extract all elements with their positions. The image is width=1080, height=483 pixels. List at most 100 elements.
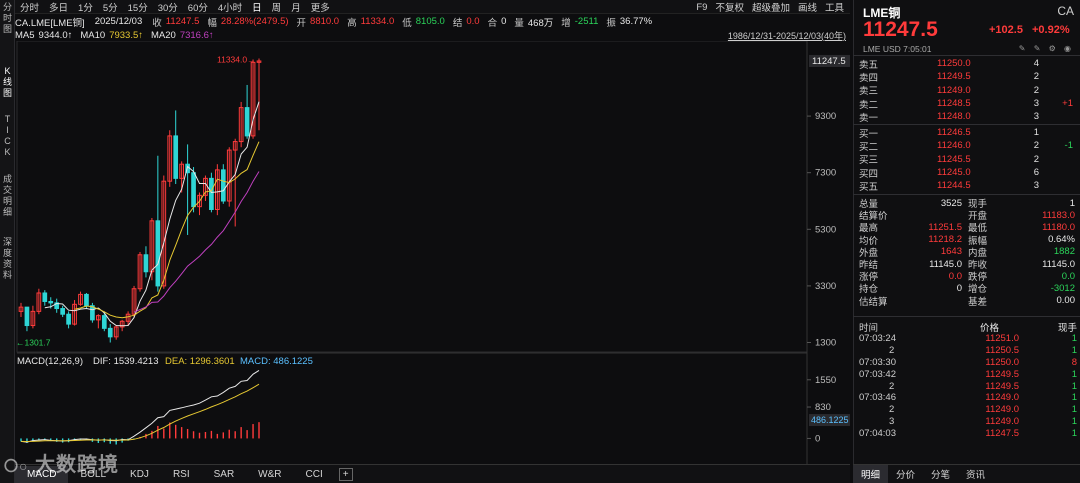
toolbar-item-0[interactable]: F9 — [696, 2, 707, 13]
low-label: 低 — [402, 17, 412, 29]
tab-depth[interactable]: 深度资料 — [0, 237, 15, 281]
candle-body — [66, 313, 71, 325]
y-tick-label: 7300 — [815, 168, 836, 179]
period-4[interactable]: 15分 — [128, 0, 148, 14]
tick-row: 07:03:46 11249.0 1 — [859, 392, 1077, 404]
book-price: 11244.5 — [937, 180, 971, 192]
add-indicator-button[interactable]: + — [338, 467, 353, 481]
last-price: 11247.5 — [863, 18, 938, 41]
tick-price: 11250.0 — [985, 356, 1019, 368]
tick-time: 07:03:46 — [859, 392, 896, 404]
tick-qty: 1 — [1071, 333, 1077, 345]
period-6[interactable]: 60分 — [188, 0, 208, 14]
ma-legend: MA5 9344.0↑ MA10 7933.5↑ MA20 7316.6↑ — [15, 29, 850, 41]
tick-header-price: 价格 — [979, 322, 999, 334]
indicator-tab-sar[interactable]: SAR — [202, 469, 247, 480]
tick-row: 2 11249.0 1 — [859, 404, 1077, 416]
book-price: 11248.0 — [937, 111, 971, 123]
tab-char: C — [4, 136, 11, 146]
macd-current-label: 486.1225 — [811, 415, 849, 425]
stat-value: 0.0 — [1061, 270, 1075, 282]
book-qty: 3 — [1033, 98, 1039, 110]
book-price: 11245.5 — [937, 153, 971, 165]
book-row: 买五 11244.5 3 — [859, 179, 1077, 193]
panel-tab-2[interactable]: 分笔 — [923, 465, 958, 483]
period-9[interactable]: 周 — [272, 0, 282, 14]
candle-body — [90, 305, 95, 321]
panel-tab-3[interactable]: 资讯 — [958, 465, 993, 483]
tick-price: 11249.0 — [985, 392, 1019, 404]
toolbar-item-1[interactable]: 不复权 — [715, 0, 744, 14]
ma5-label: MA5 — [15, 29, 35, 41]
book-row: 买二 11246.0 2 -1 — [859, 139, 1077, 153]
period-5[interactable]: 30分 — [158, 0, 178, 14]
indicator-tab-cci[interactable]: CCI — [294, 469, 335, 480]
tab-timeshare[interactable]: 分时图 — [0, 2, 15, 35]
book-label: 卖四 — [859, 72, 879, 84]
book-row: 卖二 11248.5 3 +1 — [859, 97, 1077, 111]
tick-price: 11249.0 — [985, 404, 1019, 416]
book-label: 买二 — [859, 141, 879, 153]
book-price: 11250.0 — [937, 58, 971, 70]
book-qty: 4 — [1033, 58, 1039, 70]
vol-value: 468万 — [527, 17, 554, 29]
range-label: 幅 — [207, 17, 217, 29]
period-1[interactable]: 多日 — [49, 0, 68, 14]
book-delta: -1 — [1064, 140, 1073, 152]
period-7[interactable]: 4小时 — [218, 0, 242, 14]
tick-row: 2 11250.5 1 — [859, 345, 1077, 357]
book-row: 买一 11246.5 1 — [859, 126, 1077, 140]
tab-char: 线 — [2, 77, 12, 87]
panel-tool-icons[interactable]: ✎ ✎ ⚙ ◉ — [1019, 44, 1074, 53]
book-price: 11246.5 — [937, 127, 971, 139]
tab-tick[interactable]: TICK — [0, 114, 15, 158]
divider — [853, 194, 1080, 195]
toolbar-item-3[interactable]: 画线 — [798, 0, 817, 14]
candle-body — [84, 293, 89, 307]
book-label: 卖五 — [859, 59, 879, 71]
symbol-label: CA.LME[LME铜] — [15, 17, 85, 29]
book-label: 卖二 — [859, 99, 879, 111]
book-label: 买三 — [859, 155, 879, 167]
stat-value: 11251.5 — [928, 221, 962, 233]
tab-char: 时 — [2, 13, 12, 23]
kline-chart[interactable]: 9300 7300 5300 3300 1300 11247.5 11334.0→ ←1301… — [15, 41, 850, 464]
ma20-value: 7316.6↑ — [179, 29, 214, 41]
panel-tab-0[interactable]: 明细 — [853, 465, 889, 483]
indicator-tab-wr[interactable]: W&R — [246, 469, 293, 480]
tick-qty: 1 — [1071, 380, 1077, 392]
toolbar-item-4[interactable]: 工具 — [825, 0, 844, 14]
bid-book: 买一 11246.5 1 买二 11246.0 2 -1 买三 11245.5 2 买四 11245.… — [859, 126, 1077, 193]
toolbar-item-2[interactable]: 超级叠加 — [752, 0, 790, 14]
period-0[interactable]: 分时 — [20, 0, 39, 14]
ma5-line — [44, 101, 260, 327]
book-label: 卖三 — [859, 86, 879, 98]
tab-kline[interactable]: K线图 — [0, 66, 15, 99]
y-tick-label: 9300 — [815, 111, 836, 122]
candle-body — [42, 292, 48, 302]
tab-trade-detail[interactable]: 成交明细 — [0, 174, 15, 218]
panel-tab-1[interactable]: 分价 — [888, 465, 923, 483]
candle-body — [24, 306, 30, 327]
ma20-line — [133, 171, 260, 313]
tab-char: 深 — [2, 237, 12, 247]
indicator-tab-kdj[interactable]: KDJ — [118, 469, 161, 480]
period-8[interactable]: 日 — [252, 0, 262, 14]
tick-time: 07:04:03 — [859, 427, 896, 439]
indicator-tab-rsi[interactable]: RSI — [161, 469, 202, 480]
stat-value: 11183.0 — [1042, 209, 1075, 221]
amp-label: 振 — [606, 17, 616, 29]
period-3[interactable]: 5分 — [103, 0, 118, 14]
price-change: +102.5 — [989, 24, 1023, 36]
candle-body — [209, 177, 214, 210]
candle-body — [101, 315, 107, 329]
period-2[interactable]: 1分 — [78, 0, 93, 14]
tab-char: 料 — [2, 270, 12, 280]
tick-header-qty: 现手 — [1057, 322, 1077, 334]
book-delta: +1 — [1062, 98, 1073, 110]
tick-row: 2 11249.5 1 — [859, 380, 1077, 392]
app-window: 分时图 K线图 TICK 成交明细 深度资料 分时 多日 1分 5分 15分 30分 60分… — [0, 0, 1080, 483]
period-10[interactable]: 月 — [291, 0, 301, 14]
period-11[interactable]: 更多 — [311, 0, 330, 14]
y-tick-label: 5300 — [815, 224, 836, 235]
